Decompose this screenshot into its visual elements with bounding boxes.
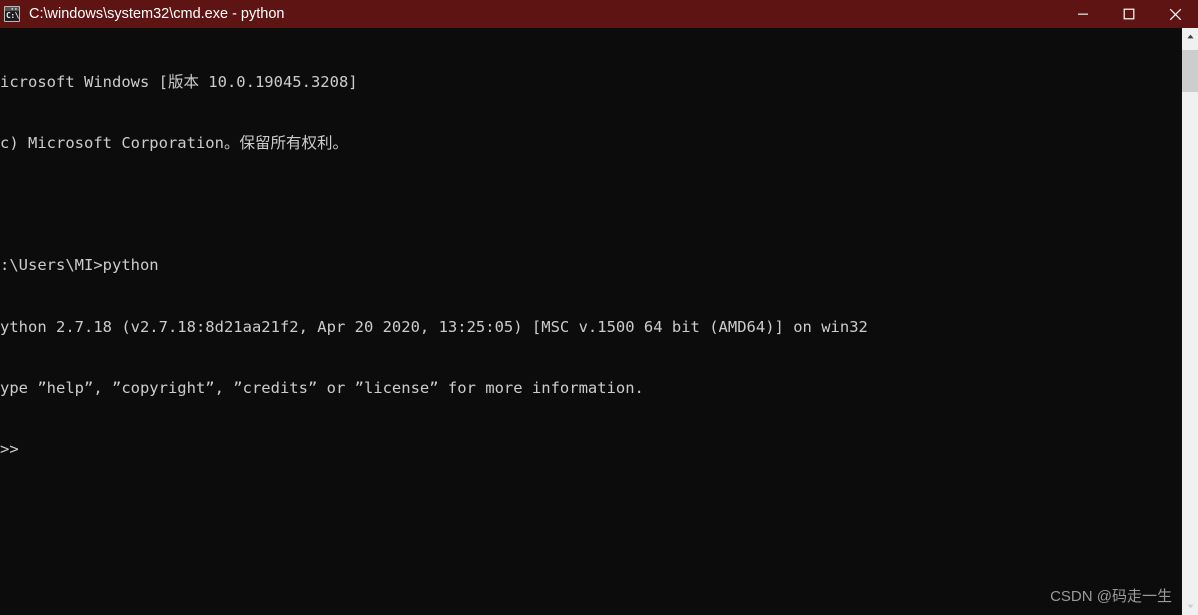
cmd-window: ▪▪ C:\. C:\windows\system32\cmd.exe - py…	[0, 0, 1198, 615]
scroll-down-arrow-icon[interactable]	[1182, 598, 1198, 615]
close-button[interactable]	[1152, 0, 1198, 28]
scroll-thumb[interactable]	[1182, 50, 1198, 92]
console-line: icrosoft Windows [版本 10.0.19045.3208]	[0, 72, 358, 91]
window-controls	[1060, 0, 1198, 28]
icon-prompt-text: C:\.	[6, 11, 19, 20]
title-bar[interactable]: ▪▪ C:\. C:\windows\system32\cmd.exe - py…	[0, 0, 1198, 28]
console-line: c) Microsoft Corporation。保留所有权利。	[0, 134, 348, 153]
console-prompt-line: >>	[0, 440, 19, 459]
console-line: ython 2.7.18 (v2.7.18:8d21aa21f2, Apr 20…	[0, 317, 868, 336]
console-output-area[interactable]: icrosoft Windows [版本 10.0.19045.3208] c)…	[0, 28, 1182, 615]
console-text: icrosoft Windows [版本 10.0.19045.3208] c)…	[0, 31, 1182, 500]
minimize-button[interactable]	[1060, 0, 1106, 28]
window-title: C:\windows\system32\cmd.exe - python	[29, 6, 285, 22]
scroll-up-arrow-icon[interactable]	[1182, 28, 1198, 45]
console-line: :\Users\MI>python	[0, 256, 159, 275]
vertical-scrollbar[interactable]	[1182, 28, 1198, 615]
maximize-button[interactable]	[1106, 0, 1152, 28]
csdn-watermark: CSDN @码走一生	[1050, 588, 1172, 605]
cmd-console-icon: ▪▪ C:\.	[4, 6, 20, 22]
console-line: ype ”help”, ”copyright”, ”credits” or ”l…	[0, 378, 644, 397]
